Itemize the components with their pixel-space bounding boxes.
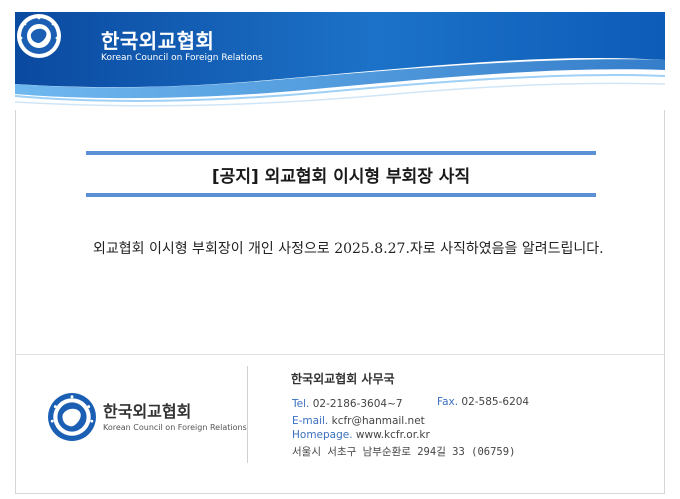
header-banner: 한국외교협회 Korean Council on Foreign Relatio…: [15, 12, 665, 110]
org-name-en: Korean Council on Foreign Relations: [101, 53, 263, 63]
office-name: 한국외교협회 사무국: [291, 372, 395, 386]
homepage-line: Homepage. www.kcfr.or.kr: [292, 429, 430, 441]
notice-body: 외교협회 이시형 부회장이 개인 사정으로 2025.8.27.자로 사직하였음…: [93, 241, 604, 257]
footer-org-name-ko: 한국외교협회: [103, 402, 192, 421]
footer-globe-emblem-icon: [48, 393, 96, 441]
footer-vertical-divider: [247, 366, 248, 463]
footer-divider: [15, 354, 665, 355]
notice-title: [공지] 외교협회 이시형 부회장 사직: [211, 166, 471, 187]
fax-value: 02-585-6204: [461, 396, 530, 408]
fax-line: Fax. 02-585-6204: [437, 396, 529, 408]
email-line: E-mail. kcfr@hanmail.net: [292, 415, 425, 427]
address-line: 서울시 서초구 남부순환로 294길 33 (06759): [292, 446, 516, 458]
org-name-ko: 한국외교협회: [101, 29, 215, 53]
footer-org-name-en: Korean Council on Foreign Relations: [103, 423, 247, 432]
email-link[interactable]: kcfr@hanmail.net: [332, 415, 425, 427]
homepage-label: Homepage.: [292, 429, 353, 441]
email-label: E-mail.: [292, 415, 329, 427]
homepage-link[interactable]: www.kcfr.or.kr: [356, 429, 430, 441]
tel-value: 02-2186-3604~7: [312, 398, 403, 410]
fax-label: Fax.: [437, 396, 459, 408]
notice-title-box: [공지] 외교협회 이시형 부회장 사직: [86, 151, 596, 197]
tel-label: Tel.: [292, 398, 310, 410]
globe-emblem-icon: [17, 14, 61, 58]
tel-line: Tel. 02-2186-3604~7: [292, 398, 403, 410]
